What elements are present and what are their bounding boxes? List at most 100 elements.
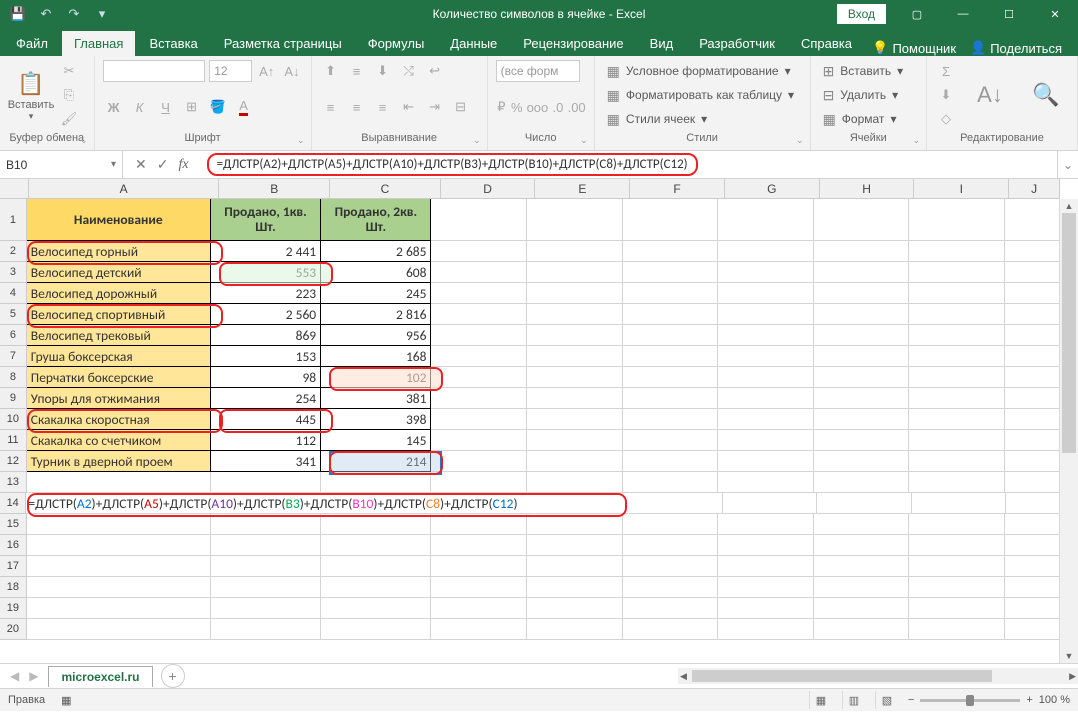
horizontal-scrollbar[interactable]: ◀ ▶	[678, 668, 1078, 684]
hscrollbar-thumb[interactable]	[692, 670, 992, 682]
conditional-formatting-button[interactable]: ▦Условное форматирование ▾	[603, 60, 802, 82]
cell-A6[interactable]: Велосипед трековый	[27, 325, 211, 346]
col-J[interactable]: J	[1009, 179, 1060, 199]
scroll-down-icon[interactable]: ▼	[1060, 649, 1078, 663]
cell-B12[interactable]: 341	[211, 451, 321, 472]
table-row[interactable]: 9Упоры для отжимания254381	[0, 388, 1060, 409]
cell-A8[interactable]: Перчатки боксерские	[27, 367, 211, 388]
qat-customize-icon[interactable]: ▾	[90, 2, 114, 26]
font-name-select[interactable]	[103, 60, 206, 82]
merge-icon[interactable]: ⊟	[450, 96, 472, 118]
cell-B10[interactable]: 445	[211, 409, 321, 430]
cell-B8[interactable]: 98	[211, 367, 321, 388]
view-page-layout-icon[interactable]: ▥	[842, 691, 865, 709]
align-top-icon[interactable]: ⬆	[320, 60, 342, 82]
sort-filter-button[interactable]: A↓	[967, 80, 1013, 110]
share-button[interactable]: 👤 Поделиться	[970, 40, 1062, 56]
tab-insert[interactable]: Вставка	[137, 31, 209, 56]
cell-B7[interactable]: 153	[211, 346, 321, 367]
scrollbar-thumb[interactable]	[1062, 213, 1076, 453]
percent-icon[interactable]: %	[511, 96, 523, 118]
border-icon[interactable]: ⊞	[181, 96, 203, 118]
tab-home[interactable]: Главная	[62, 31, 135, 56]
expand-formula-bar-icon[interactable]: ⌄	[1057, 151, 1078, 178]
cell-A4[interactable]: Велосипед дорожный	[27, 283, 211, 304]
cell-B3[interactable]: 553	[211, 262, 321, 283]
table-row[interactable]: 13	[0, 472, 1060, 493]
table-row[interactable]: 16	[0, 535, 1060, 556]
font-size-select[interactable]: 12	[209, 60, 252, 82]
maximize-icon[interactable]: ☐	[986, 0, 1032, 28]
cell-B9[interactable]: 254	[211, 388, 321, 409]
format-painter-icon[interactable]: 🖌	[58, 108, 80, 130]
table-row[interactable]: 14 =ДЛСТР(A2)+ДЛСТР(A5)+ДЛСТР(A10)+ДЛСТР…	[0, 493, 1060, 514]
zoom-slider[interactable]	[920, 699, 1020, 702]
increase-decimal-icon[interactable]: .0	[552, 96, 563, 118]
grid-rows[interactable]: 1 Наименование Продано, 1кв. Шт. Продано…	[0, 199, 1060, 640]
table-row[interactable]: 17	[0, 556, 1060, 577]
tell-me-button[interactable]: 💡 Помощник	[872, 40, 956, 56]
align-left-icon[interactable]: ≡	[320, 96, 342, 118]
col-B[interactable]: B	[219, 179, 330, 199]
find-select-button[interactable]: 🔍	[1023, 80, 1069, 110]
fx-icon[interactable]: fx	[178, 157, 188, 173]
cell-A12[interactable]: Турник в дверной проем	[27, 451, 211, 472]
cell-C7[interactable]: 168	[321, 346, 431, 367]
cell-B2[interactable]: 2 441	[211, 241, 321, 262]
cell-A10[interactable]: Скакалка скоростная	[27, 409, 211, 430]
table-row[interactable]: 18	[0, 577, 1060, 598]
underline-icon[interactable]: Ч	[155, 96, 177, 118]
cell-A7[interactable]: Груша боксерская	[27, 346, 211, 367]
tab-formulas[interactable]: Формулы	[356, 31, 437, 56]
cell-C10[interactable]: 398	[321, 409, 431, 430]
macro-record-icon[interactable]: ▦	[61, 694, 71, 707]
cell-B5[interactable]: 2 560	[211, 304, 321, 325]
col-H[interactable]: H	[820, 179, 915, 199]
insert-cells-button[interactable]: ⊞Вставить ▾	[819, 60, 918, 82]
format-as-table-button[interactable]: ▦Форматировать как таблицу ▾	[603, 84, 802, 106]
col-A[interactable]: A	[29, 179, 219, 199]
cell-C8[interactable]: 102	[321, 367, 431, 388]
table-row[interactable]: 3Велосипед детский553608	[0, 262, 1060, 283]
cell-B1[interactable]: Продано, 1кв. Шт.	[211, 199, 321, 241]
tab-review[interactable]: Рецензирование	[511, 31, 635, 56]
cell-B4[interactable]: 223	[211, 283, 321, 304]
cell-C2[interactable]: 2 685	[321, 241, 431, 262]
align-right-icon[interactable]: ≡	[372, 96, 394, 118]
cell-A14[interactable]: =ДЛСТР(A2)+ДЛСТР(A5)+ДЛСТР(A10)+ДЛСТР(B3…	[26, 493, 223, 514]
col-F[interactable]: F	[630, 179, 725, 199]
tab-data[interactable]: Данные	[438, 31, 509, 56]
clear-icon[interactable]: ◇	[935, 108, 957, 130]
col-G[interactable]: G	[725, 179, 820, 199]
align-center-icon[interactable]: ≡	[346, 96, 368, 118]
orientation-icon[interactable]: ⤭	[398, 60, 420, 82]
decrease-font-icon[interactable]: A↓	[281, 60, 302, 82]
cell-A5[interactable]: Велосипед спортивный	[27, 304, 211, 325]
copy-icon[interactable]: ⎘	[58, 84, 80, 106]
column-headers[interactable]: A B C D E F G H I J	[0, 179, 1060, 199]
tab-view[interactable]: Вид	[638, 31, 686, 56]
cell-C12[interactable]: 214	[321, 451, 431, 472]
tab-prev-icon[interactable]: ◀	[10, 669, 19, 683]
cell-B11[interactable]: 112	[211, 430, 321, 451]
table-row[interactable]: 2Велосипед горный2 4412 685	[0, 241, 1060, 262]
table-row[interactable]: 20	[0, 619, 1060, 640]
view-normal-icon[interactable]: ▦	[809, 691, 832, 709]
cancel-formula-icon[interactable]: ✕	[135, 156, 147, 173]
cell-C4[interactable]: 245	[321, 283, 431, 304]
col-C[interactable]: C	[330, 179, 441, 199]
table-row[interactable]: 5Велосипед спортивный2 5602 816	[0, 304, 1060, 325]
cell-C3[interactable]: 608	[321, 262, 431, 283]
table-row[interactable]: 4Велосипед дорожный223245	[0, 283, 1060, 304]
enter-formula-icon[interactable]: ✓	[157, 156, 169, 173]
cell-C5[interactable]: 2 816	[321, 304, 431, 325]
autosum-icon[interactable]: Σ	[935, 60, 957, 82]
sign-in-button[interactable]: Вход	[837, 4, 886, 24]
cell-A1[interactable]: Наименование	[27, 199, 211, 241]
align-middle-icon[interactable]: ≡	[346, 60, 368, 82]
bold-icon[interactable]: Ж	[103, 96, 125, 118]
table-row[interactable]: 1 Наименование Продано, 1кв. Шт. Продано…	[0, 199, 1060, 241]
tab-page-layout[interactable]: Разметка страницы	[212, 31, 354, 56]
scroll-up-icon[interactable]: ▲	[1060, 199, 1078, 213]
formula-bar[interactable]: =ДЛСТР(A2)+ДЛСТР(A5)+ДЛСТР(A10)+ДЛСТР(B3…	[201, 153, 1057, 176]
